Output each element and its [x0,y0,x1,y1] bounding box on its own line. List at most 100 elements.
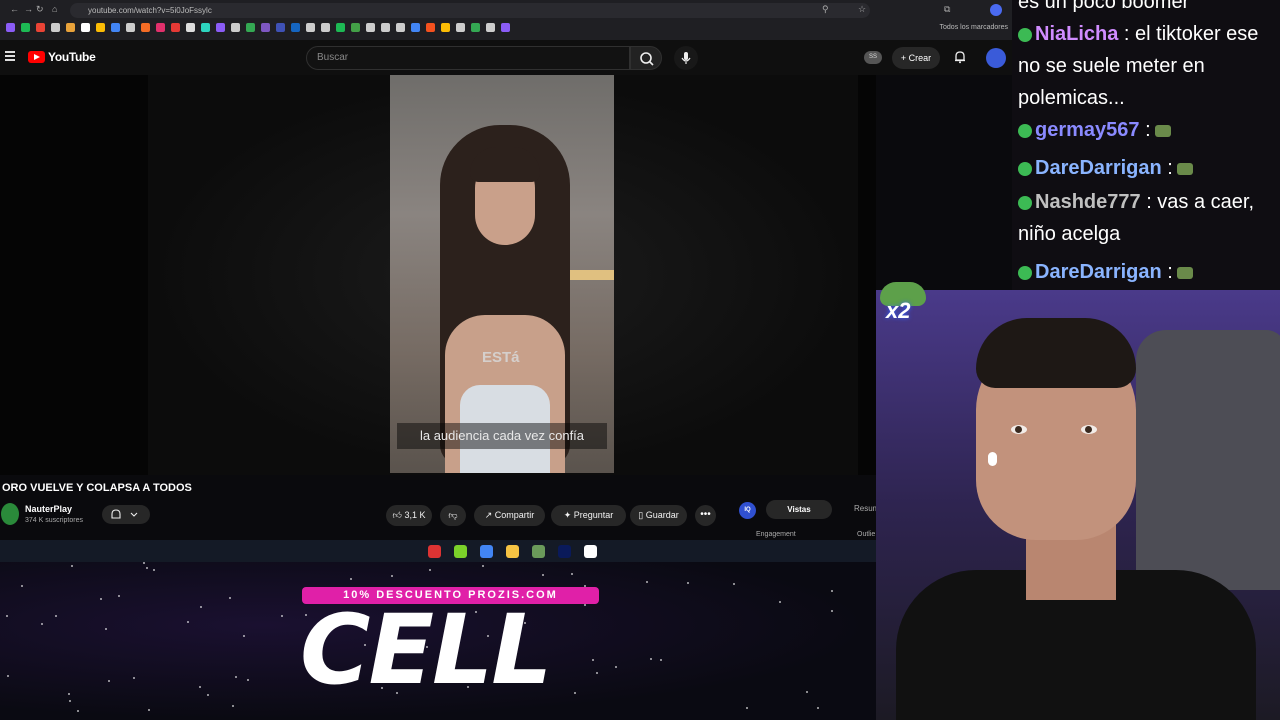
bookmark-favicon-icon[interactable] [126,23,135,32]
bookmark-favicon-icon[interactable] [411,23,420,32]
subscription-bell-button[interactable] [102,505,150,524]
taskbar-app-icon[interactable] [584,545,597,558]
bookmark-favicon-icon[interactable] [261,23,270,32]
bookmark-favicon-icon[interactable] [186,23,195,32]
bookmark-favicon-icon[interactable] [111,23,120,32]
bookmark-favicon-icon[interactable] [66,23,75,32]
bookmark-favicon-icon[interactable] [426,23,435,32]
bookmark-favicon-icon[interactable] [486,23,495,32]
more-actions-button[interactable]: ••• [695,505,716,526]
taskbar-app-icon[interactable] [532,545,545,558]
chat-username[interactable]: NiaLicha [1035,23,1118,45]
bookmark-favicon-icon[interactable] [471,23,480,32]
bookmark-favicon-icon[interactable] [21,23,30,32]
iq-extension-icon[interactable]: IQ [739,502,756,519]
bookmark-favicon-icon[interactable] [456,23,465,32]
bookmark-favicon-icon[interactable] [81,23,90,32]
bookmark-favicon-icon[interactable] [336,23,345,32]
bookmark-favicon-icon[interactable] [171,23,180,32]
bookmark-favicon-icon[interactable] [501,23,510,32]
bookmark-favicon-icon[interactable] [366,23,375,32]
gaming-chair [1136,330,1280,590]
bookmark-favicon-icon[interactable] [396,23,405,32]
home-icon[interactable]: ⌂ [52,4,57,14]
chat-username[interactable]: DareDarrigan [1035,157,1162,179]
star [118,595,120,597]
bookmark-favicon-icon[interactable] [156,23,165,32]
chat-text: : [1145,119,1151,141]
star [429,569,431,571]
back-icon[interactable]: ← [10,4,19,14]
forward-icon[interactable]: → [24,4,33,14]
browser-chrome: ← → ↻ ⌂ youtube.com/watch?v=5i0JoFssylc … [0,0,1012,40]
star [650,658,652,660]
taskbar-app-icon[interactable] [454,545,467,558]
bookmark-favicon-icon[interactable] [246,23,255,32]
video-person [430,115,580,473]
create-button[interactable]: + Crear [892,47,940,69]
star [482,565,484,567]
bookmark-favicon-icon[interactable] [291,23,300,32]
search-input[interactable]: Buscar [306,46,630,70]
star [247,679,249,681]
youtube-logo[interactable]: YouTube [28,50,96,64]
notifications-bell-icon[interactable] [953,50,967,64]
star [143,562,145,564]
streamer-webcam [876,290,1280,720]
bookmark-favicon-icon[interactable] [216,23,225,32]
bookmark-favicon-icon[interactable] [141,23,150,32]
ss-badge[interactable]: SS [864,51,882,64]
like-button[interactable]: 👍︎ 3,1 K [386,505,432,526]
bookmark-favicon-icon[interactable] [351,23,360,32]
chat-username[interactable]: DareDarrigan [1035,261,1162,283]
bookmark-favicon-icon[interactable] [321,23,330,32]
reload-icon[interactable]: ↻ [36,4,44,15]
cell-logo-text: CELL [300,594,552,706]
bookmark-favicon-icon[interactable] [441,23,450,32]
profile-icon[interactable] [990,4,1002,16]
channel-name[interactable]: NauterPlay [25,504,72,514]
bookmark-favicon-icon[interactable] [306,23,315,32]
bookmark-star-icon[interactable]: ☆ [858,4,866,15]
engagement-label: Engagement [756,531,796,538]
star [281,615,283,617]
taskbar-app-icon[interactable] [428,545,441,558]
star [187,621,189,623]
hamburger-menu-icon[interactable] [5,51,15,61]
bookmark-favicon-icon[interactable] [276,23,285,32]
taskbar-app-icon[interactable] [480,545,493,558]
bookmark-favicon-icon[interactable] [96,23,105,32]
bookmark-favicon-icon[interactable] [51,23,60,32]
bookmark-favicon-icon[interactable] [201,23,210,32]
share-button[interactable]: ↗ Compartir [474,505,545,526]
bookmark-favicon-icon[interactable] [381,23,390,32]
channel-avatar[interactable] [1,503,19,525]
chat-username[interactable]: Nashde777 [1035,191,1141,213]
bookmarks-folder[interactable]: Todos los marcadores [940,24,1008,31]
save-button[interactable]: ▯ Guardar [630,505,687,526]
bookmark-favicon-icon[interactable] [36,23,45,32]
tab-vistas[interactable]: Vistas [766,500,832,519]
star [243,635,245,637]
ask-button[interactable]: ✦ Preguntar [551,505,626,526]
extensions-icon[interactable]: ⧉ [944,4,950,15]
dislike-button[interactable]: 👎︎ [440,505,466,526]
video-frame[interactable] [390,75,614,473]
star [6,615,8,617]
taskbar-app-icon[interactable] [506,545,519,558]
chat-username[interactable]: germay567 [1035,119,1140,141]
bookmark-favicon-icon[interactable] [231,23,240,32]
star [687,582,689,584]
user-avatar[interactable] [986,48,1006,68]
star [55,615,57,617]
bell-dropdown-icon [111,509,138,519]
star [350,578,352,580]
voice-search-button[interactable] [674,46,698,70]
search-button[interactable] [630,46,662,70]
bookmark-favicon-icon[interactable] [6,23,15,32]
star [806,691,808,693]
star [746,707,748,709]
address-bar[interactable]: youtube.com/watch?v=5i0JoFssylc [70,3,870,18]
taskbar-app-icon[interactable] [558,545,571,558]
zoom-icon[interactable]: ⚲ [822,4,829,15]
